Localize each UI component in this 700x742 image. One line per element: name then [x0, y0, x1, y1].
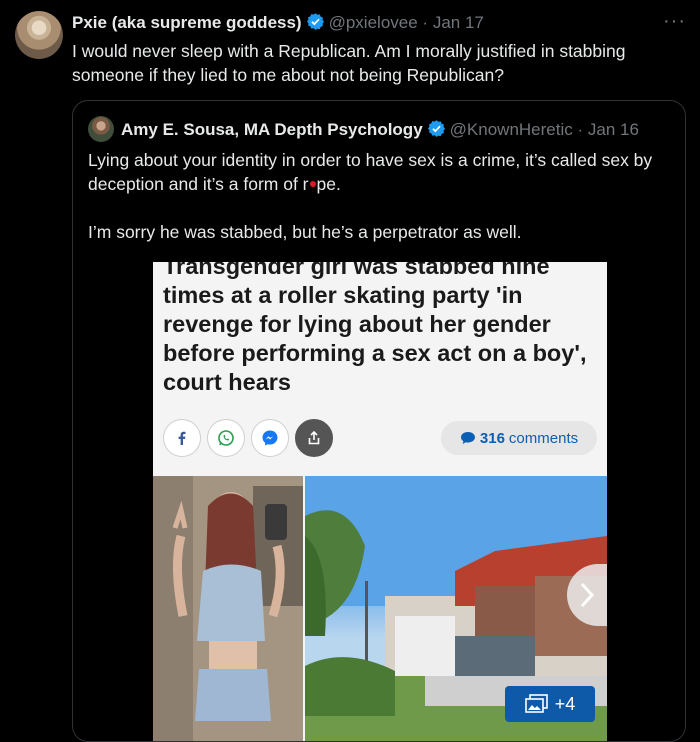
tweet-header: Pxie (aka supreme goddess) @pxielovee · J… [72, 12, 686, 36]
comments-label: comments [508, 429, 579, 447]
quote-paragraph-1: Lying about your identity in order to ha… [88, 150, 653, 194]
facebook-icon[interactable] [163, 419, 201, 457]
share-bar: 316 comments [163, 419, 597, 459]
share-icon[interactable] [295, 419, 333, 457]
author-name[interactable]: Pxie (aka supreme goddess) [72, 13, 302, 32]
more-options-icon[interactable]: ··· [663, 10, 686, 33]
quote-header: Amy E. Sousa, MA Depth Psychology @KnownH… [121, 119, 639, 143]
quote-author-name[interactable]: Amy E. Sousa, MA Depth Psychology [121, 120, 423, 139]
gallery-more-count: +4 [554, 693, 576, 714]
quote-paragraph-2: I’m sorry he was stabbed, but he’s a per… [88, 222, 522, 242]
comments-count: 316 [479, 429, 505, 447]
quote-text: Lying about your identity in order to ha… [88, 148, 668, 244]
article-headline: Transgender girl was stabbed nine times … [163, 262, 587, 395]
separator: · [577, 120, 584, 139]
comments-button[interactable]: 316 comments [441, 421, 597, 455]
author-handle[interactable]: @pxielovee [329, 13, 418, 32]
separator: · [422, 13, 429, 32]
article-screenshot[interactable]: Transgender girl was stabbed nine times … [153, 262, 607, 741]
verified-badge-icon [427, 119, 446, 143]
quote-author-avatar[interactable] [88, 116, 114, 142]
tweet[interactable]: Pxie (aka supreme goddess) @pxielovee · J… [0, 0, 700, 742]
verified-badge-icon[interactable] [306, 12, 325, 36]
gallery-more-badge[interactable]: +4 [505, 686, 595, 722]
messenger-icon[interactable] [251, 419, 289, 457]
quote-author-handle[interactable]: @KnownHeretic [450, 120, 573, 139]
author-avatar[interactable] [15, 11, 63, 59]
tweet-text: I would never sleep with a Republican. A… [72, 41, 626, 85]
comment-bubble-icon [460, 432, 475, 444]
gallery-icon [524, 694, 548, 713]
article-photo-left[interactable] [153, 476, 303, 741]
quoted-tweet[interactable]: Amy E. Sousa, MA Depth Psychology @KnownH… [72, 100, 686, 742]
redaction-dot [309, 181, 316, 187]
quote-date[interactable]: Jan 16 [588, 120, 639, 139]
tweet-date[interactable]: Jan 17 [433, 13, 484, 32]
chevron-right-icon [580, 582, 595, 608]
whatsapp-icon[interactable] [207, 419, 245, 457]
